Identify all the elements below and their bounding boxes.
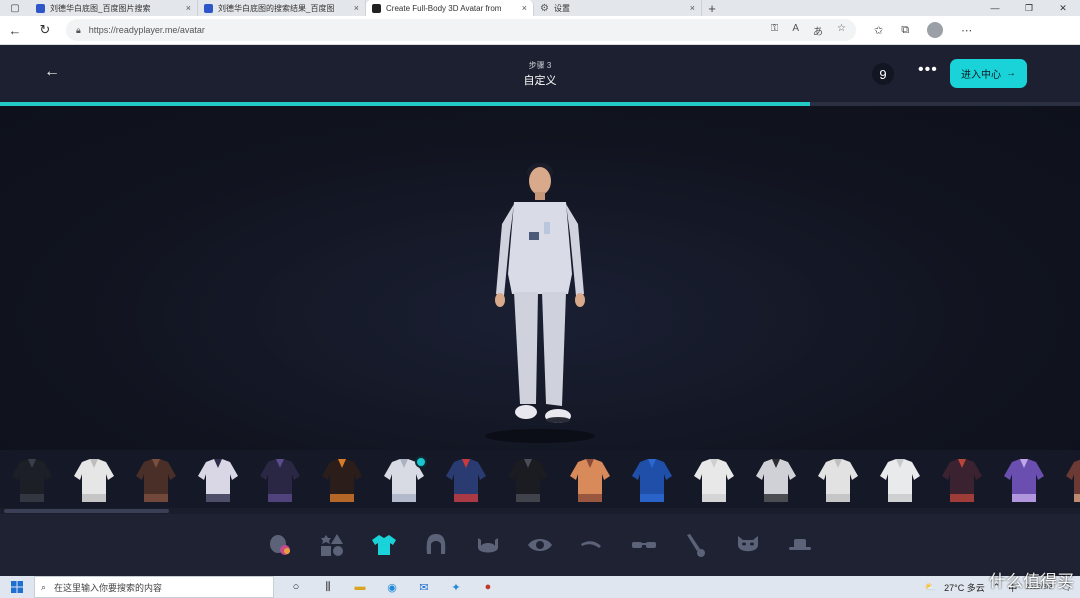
face-shape-icon[interactable] [267,532,293,558]
makeup-brush-icon[interactable] [683,532,709,558]
outfit-item[interactable] [812,454,864,506]
tab-title: 刘德华白底图的搜索结果_百度图 [218,3,335,13]
edge-browser-icon[interactable]: ◉ [384,579,400,595]
selected-indicator-icon [415,456,427,468]
count-badge[interactable]: 9 [872,63,894,85]
outfit-item[interactable] [998,454,1050,506]
outfit-item[interactable] [378,454,430,506]
pinned-apps: ○ ⫼ ▬ ◉ ✉ ✦ ● [288,579,496,595]
file-explorer-icon[interactable]: ▬ [352,579,368,595]
windows-taskbar: ⌕ 在这里输入你要搜索的内容 ○ ⫼ ▬ ◉ ✉ ✦ ● ⛅ 27°C 多云 ⌃… [0,576,1080,598]
outfit-item[interactable] [1060,454,1080,506]
taskbar-search-input[interactable]: ⌕ 在这里输入你要搜索的内容 [34,576,274,598]
outfit-item[interactable] [6,454,58,506]
weather-text[interactable]: 27°C 多云 [944,581,985,594]
close-icon[interactable]: × [522,3,527,13]
outfit-shirt-icon[interactable] [371,532,397,558]
avatar-figure[interactable] [480,154,600,444]
collections-icon[interactable]: ⧉ [901,24,909,37]
url-field[interactable]: 🔒︎ https://readyplayer.me/avatar ⚿ A あ ☆ [66,19,856,41]
key-icon[interactable]: ⚿ [771,23,779,38]
app-red-icon[interactable]: ● [480,579,496,595]
enter-hub-label: 进入中心 [961,70,1001,81]
settings-more-icon[interactable]: ⋯ [961,24,972,37]
outfit-item[interactable] [68,454,120,506]
enter-hub-button[interactable]: 进入中心 → [950,59,1027,88]
baidu-favicon-icon [204,3,213,13]
minimize-icon[interactable]: — [978,0,1012,16]
url-actions: ⚿ A あ ☆ [771,23,846,38]
tab-actions-icon[interactable]: ▢ [0,0,30,16]
tab-title: 刘德华白底图_百度图片搜索 [50,3,151,13]
address-bar-row: ← ↻ 🔒︎ https://readyplayer.me/avatar ⚿ A… [0,16,1080,45]
avatar-viewport[interactable] [0,106,1080,450]
outfit-item[interactable] [688,454,740,506]
new-tab-button[interactable]: + [702,0,722,16]
outfit-item[interactable] [316,454,368,506]
tab-title: 设置 [554,3,570,13]
favorites-icon[interactable]: ✩ [874,24,883,37]
maximize-icon[interactable]: ❐ [1012,0,1046,16]
outfit-carousel[interactable] [0,450,1080,510]
outfit-item[interactable] [564,454,616,506]
weather-icon: ⛅ [924,581,937,592]
read-aloud-icon[interactable]: A [792,23,799,38]
url-text: https://readyplayer.me/avatar [88,25,205,35]
favorite-star-icon[interactable]: ☆ [837,23,846,38]
baidu-favicon-icon [36,3,45,13]
tab-title: Create Full-Body 3D Avatar from [386,3,502,13]
glasses-icon[interactable] [631,532,657,558]
app-header: ← 步骤 3 自定义 9 ••• 进入中心 → [0,45,1080,102]
browser-tab-3[interactable]: Create Full-Body 3D Avatar from × [366,0,534,16]
outfit-item[interactable] [874,454,926,506]
hair-icon[interactable] [423,532,449,558]
browser-tab-1[interactable]: 刘德华白底图_百度图片搜索 × [30,0,198,16]
face-mask-icon[interactable] [735,532,761,558]
outfit-item[interactable] [130,454,182,506]
window-close-icon[interactable]: ✕ [1046,0,1080,16]
browser-toolbar: ✩ ⧉ ⋯ [874,22,972,38]
window-controls: — ❐ ✕ [978,0,1080,16]
eye-icon[interactable] [527,532,553,558]
outfit-item[interactable] [936,454,988,506]
outfit-item[interactable] [254,454,306,506]
reload-icon[interactable]: ↻ [30,22,60,38]
outfit-item[interactable] [440,454,492,506]
profile-avatar[interactable] [927,22,944,38]
mail-icon[interactable]: ✉ [416,579,432,595]
arrow-right-icon: → [1006,68,1016,79]
category-bar [0,514,1080,576]
taskbar-search-placeholder: 在这里输入你要搜索的内容 [54,582,163,593]
rpm-favicon-icon [372,3,381,13]
gear-icon: ⚙ [540,2,549,14]
outfit-item[interactable] [750,454,802,506]
windows-start-icon[interactable] [0,581,34,593]
browser-tab-strip: ▢ 刘德华白底图_百度图片搜索 × 刘德华白底图的搜索结果_百度图 × Crea… [0,0,1080,16]
widgets-icon[interactable]: ⫼ [320,579,336,595]
close-icon[interactable]: × [354,3,359,13]
task-view-icon[interactable]: ○ [288,579,304,595]
hat-icon[interactable] [787,532,813,558]
browser-tab-4[interactable]: ⚙ 设置 × [534,0,702,16]
lock-icon: 🔒︎ [76,24,81,35]
translate-icon[interactable]: あ [813,23,823,38]
outfit-item[interactable] [502,454,554,506]
back-icon[interactable]: ← [0,23,30,38]
browser-tab-2[interactable]: 刘德华白底图的搜索结果_百度图 × [198,0,366,16]
app-blue-icon[interactable]: ✦ [448,579,464,595]
shapes-icon[interactable] [319,532,345,558]
close-icon[interactable]: × [690,3,695,13]
search-icon: ⌕ [41,581,47,592]
outfit-item[interactable] [192,454,244,506]
outfit-item[interactable] [626,454,678,506]
watermark: 什么值得买 [989,572,1074,591]
more-options-button[interactable]: ••• [918,61,938,79]
beard-icon[interactable] [475,532,501,558]
eyebrow-icon[interactable] [579,532,605,558]
carousel-scroll-thumb[interactable] [4,509,169,513]
close-icon[interactable]: × [186,3,191,13]
